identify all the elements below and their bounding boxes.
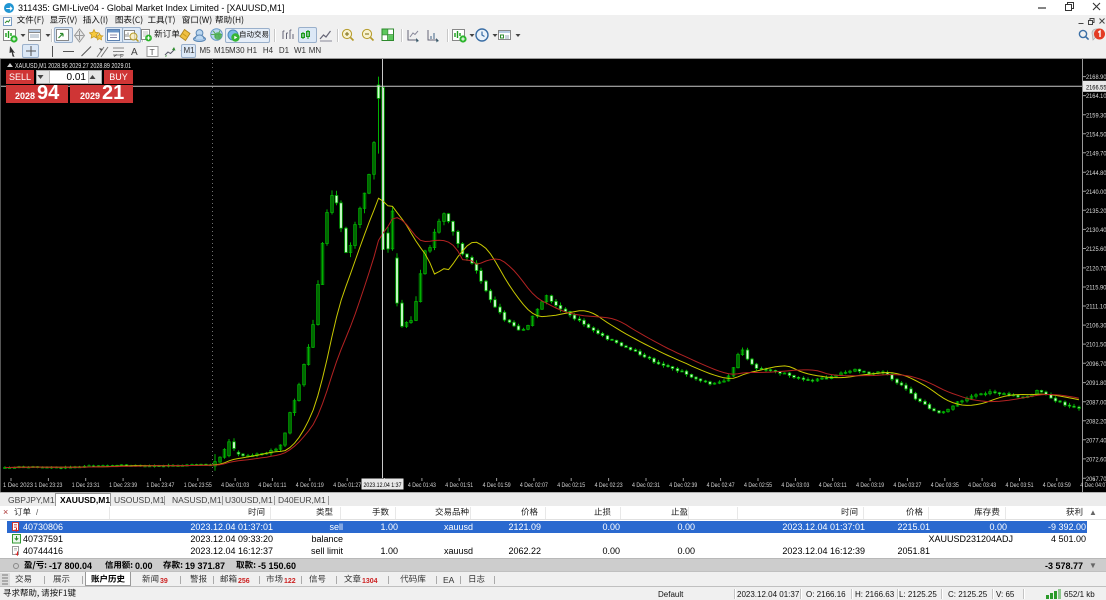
svg-text:2023.12.04 1:37: 2023.12.04 1:37 [364,482,402,489]
svg-text:2140.00: 2140.00 [1086,189,1106,196]
svg-text:A: A [131,47,138,58]
svg-text:2168.90: 2168.90 [1086,74,1106,81]
svg-text:4 Dec 02:31: 4 Dec 02:31 [632,482,660,489]
svg-text:1 Dec 23:55: 1 Dec 23:55 [184,482,212,489]
svg-text:2130.40: 2130.40 [1086,227,1106,234]
svg-text:1 Dec 23:31: 1 Dec 23:31 [72,482,100,489]
svg-text:2087.00: 2087.00 [1086,399,1106,406]
svg-text:4 Dec 03:11: 4 Dec 03:11 [819,482,847,489]
svg-text:2159.30: 2159.30 [1086,112,1106,119]
svg-text:2120.70: 2120.70 [1086,266,1106,273]
svg-text:4 Dec 03:27: 4 Dec 03:27 [893,482,921,489]
svg-text:2149.70: 2149.70 [1086,150,1106,157]
svg-text:4 Dec 01:19: 4 Dec 01:19 [296,482,324,489]
svg-text:4 Dec 03:19: 4 Dec 03:19 [856,482,884,489]
svg-text:4 Dec 01:51: 4 Dec 01:51 [445,482,473,489]
svg-text:1 Dec 23:47: 1 Dec 23:47 [146,482,174,489]
svg-text:2082.20: 2082.20 [1086,418,1106,425]
svg-text:1 Dec 23:23: 1 Dec 23:23 [34,482,62,489]
svg-text:4 Dec 01:03: 4 Dec 01:03 [221,482,249,489]
svg-text:2125.60: 2125.60 [1086,246,1106,253]
svg-text:4 Dec 03:43: 4 Dec 03:43 [968,482,996,489]
svg-text:2144.80: 2144.80 [1086,170,1106,177]
svg-text:4 Dec 03:03: 4 Dec 03:03 [781,482,809,489]
svg-text:4 Dec 03:35: 4 Dec 03:35 [931,482,959,489]
svg-text:2164.10: 2164.10 [1086,93,1106,100]
svg-text:2096.70: 2096.70 [1086,361,1106,368]
svg-text:F: F [120,54,123,58]
svg-text:2111.10: 2111.10 [1086,304,1106,311]
svg-text:4 Dec 02:47: 4 Dec 02:47 [707,482,735,489]
svg-text:4 Dec 02:15: 4 Dec 02:15 [557,482,585,489]
svg-text:4 Dec 01:59: 4 Dec 01:59 [483,482,511,489]
svg-text:2135.20: 2135.20 [1086,208,1106,215]
svg-text:1 Dec 23:39: 1 Dec 23:39 [109,482,137,489]
svg-text:2166.55: 2166.55 [1086,84,1106,91]
svg-text:4 Dec 02:55: 4 Dec 02:55 [744,482,772,489]
svg-text:4 Dec 01:27: 4 Dec 01:27 [333,482,361,489]
svg-text:4 Dec 02:23: 4 Dec 02:23 [595,482,623,489]
svg-text:4 Dec 01:11: 4 Dec 01:11 [258,482,286,489]
svg-text:1 Dec 2023: 1 Dec 2023 [3,482,34,489]
svg-text:2115.90: 2115.90 [1086,285,1106,292]
svg-text:2077.40: 2077.40 [1086,437,1106,444]
svg-text:4 Dec 04:07: 4 Dec 04:07 [1080,482,1106,489]
svg-text:4 Dec 01:43: 4 Dec 01:43 [408,482,436,489]
svg-text:4 Dec 02:39: 4 Dec 02:39 [669,482,697,489]
svg-text:2072.60: 2072.60 [1086,457,1106,464]
svg-text:2091.80: 2091.80 [1086,380,1106,387]
svg-text:2101.50: 2101.50 [1086,342,1106,349]
svg-text:4 Dec 03:51: 4 Dec 03:51 [1006,482,1034,489]
svg-text:2106.30: 2106.30 [1086,323,1106,330]
svg-text:4 Dec 02:07: 4 Dec 02:07 [520,482,548,489]
svg-text:XAUUSD,M1 2028.96 2029.27 202: XAUUSD,M1 2028.96 2029.27 2028.89 2029.0… [15,61,131,70]
svg-text:2154.50: 2154.50 [1086,131,1106,138]
svg-text:4 Dec 03:59: 4 Dec 03:59 [1043,482,1071,489]
svg-text:T: T [150,47,155,57]
